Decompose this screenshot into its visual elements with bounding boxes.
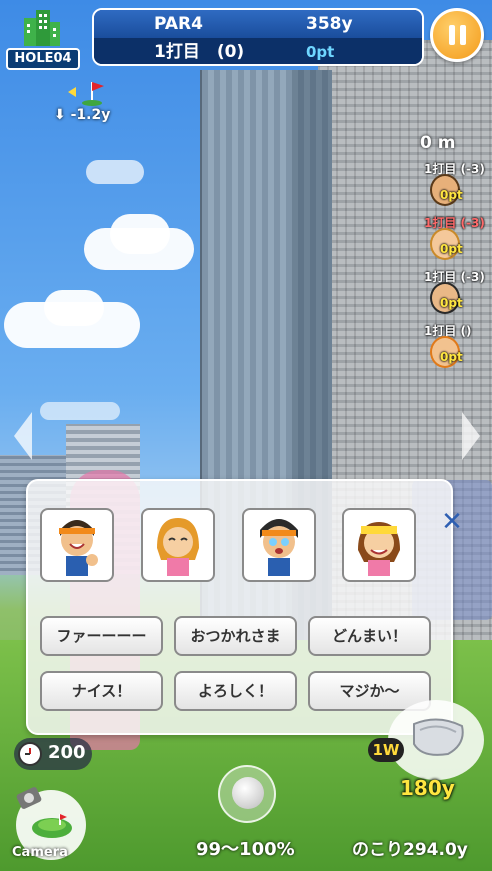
- player-entry: 1打目 (-3) 0pt: [424, 214, 488, 264]
- remaining-distance: のこり294.0y: [352, 840, 468, 860]
- club-select-button[interactable]: [388, 700, 484, 780]
- power-readout: 99～100%: [196, 839, 295, 860]
- boy-surprised-icon: [260, 519, 298, 576]
- cloud: [86, 160, 144, 184]
- building-icon: [24, 10, 60, 46]
- pause-icon: [460, 25, 466, 45]
- player-status: 1打目 (-3): [424, 162, 485, 176]
- cloud: [110, 214, 170, 254]
- previous-view-arrow-icon[interactable]: [14, 412, 32, 460]
- club-name: 1W: [368, 738, 404, 762]
- player-points: 0pt: [440, 296, 463, 310]
- chat-message-button[interactable]: おつかれさま: [174, 616, 297, 656]
- shot-count: 1打目 (0): [154, 42, 245, 62]
- hole-info-bar: PAR4 358y 1打目 (0) 0pt: [92, 8, 424, 66]
- player-status: 1打目 (-3): [424, 216, 485, 230]
- wind-value: -1.2y: [70, 107, 111, 123]
- club-distance: 180y: [400, 776, 455, 800]
- par-text: PAR4: [154, 14, 203, 34]
- shot-button[interactable]: [218, 765, 276, 823]
- driver-club-icon: [413, 718, 464, 756]
- pause-icon: [449, 25, 455, 45]
- hole-info-row-top: PAR4 358y: [94, 10, 422, 38]
- chat-message-button[interactable]: よろしく！: [174, 671, 297, 711]
- chat-message-button[interactable]: ナイス！: [40, 671, 163, 711]
- close-icon[interactable]: ✕: [438, 508, 466, 536]
- cloud: [44, 290, 104, 326]
- down-arrow-icon: ⬇: [54, 107, 66, 123]
- player-points: 0pt: [440, 242, 463, 256]
- player-entry: 1打目 (-3) 0pt: [424, 160, 488, 210]
- girl-bow-icon: [157, 518, 199, 576]
- clock-icon: [18, 742, 42, 766]
- stamp-boy-cheer[interactable]: [40, 508, 114, 582]
- stamp-boy-surprised[interactable]: [242, 508, 316, 582]
- camera-label: Camera: [12, 845, 68, 860]
- next-view-arrow-icon[interactable]: [462, 412, 480, 460]
- wind-readout: ⬇ -1.2y: [54, 107, 110, 123]
- cloud: [40, 402, 120, 420]
- points-text: 0pt: [306, 43, 335, 61]
- player-status: 1打目 (-3): [424, 270, 485, 284]
- chat-message-button[interactable]: どんまい！: [308, 616, 431, 656]
- stamp-girl-bow[interactable]: [141, 508, 215, 582]
- player-entry: 1打目 () 0pt: [424, 322, 488, 372]
- course-island-icon: [32, 814, 72, 838]
- player-points: 0pt: [440, 188, 463, 202]
- wind-flag-icon: [68, 82, 104, 106]
- timer-value: 200: [48, 742, 86, 763]
- ball-distance: 0 m: [420, 133, 456, 153]
- shot-timer: 200: [14, 738, 92, 770]
- player-points: 0pt: [440, 350, 463, 364]
- hole-distance: 358y: [306, 14, 353, 34]
- hole-info-row-bottom: 1打目 (0) 0pt: [94, 38, 422, 64]
- golf-ball-icon: [232, 777, 264, 809]
- boy-cheer-icon: [59, 520, 98, 576]
- stamp-girl-happy[interactable]: [342, 508, 416, 582]
- hole-label: HOLE04: [6, 48, 80, 70]
- chat-message-button[interactable]: ファーーーー: [40, 616, 163, 656]
- pause-button[interactable]: [430, 8, 484, 62]
- girl-happy-icon: [358, 522, 400, 576]
- player-entry: 1打目 (-3) 0pt: [424, 268, 488, 318]
